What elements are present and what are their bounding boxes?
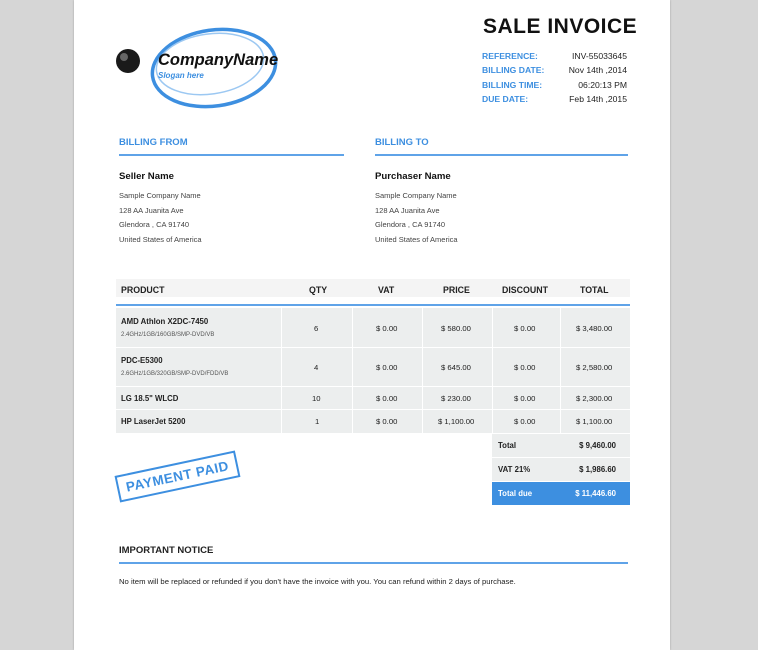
vat-row: VAT 21% $ 1,986.60 [492,457,630,481]
meta-reference: REFERENCE: INV-55033645 [482,51,627,61]
notice-text: No item will be replaced or refunded if … [119,577,516,586]
header-discount: DISCOUNT [502,285,548,295]
table-row: HP LaserJet 5200 [121,417,186,426]
header-qty: QTY [309,285,328,295]
meta-billing-time: BILLING TIME: 06:20:13 PM [482,79,627,90]
billing-from-heading: BILLING FROM [119,137,188,148]
row-price: $ 580.00 [441,324,471,333]
table-header-bg [116,279,630,297]
company-name: CompanyName [158,51,278,69]
total-due-row: Total due $ 11,446.60 [492,481,630,505]
row-price: $ 1,100.00 [438,417,475,426]
billing-from-divider [119,154,344,156]
row-vat: $ 0.00 [376,363,398,372]
totals-box: Total $ 9,460.00 VAT 21% $ 1,986.60 Tota… [492,433,630,505]
row-total: $ 2,580.00 [576,363,613,372]
invoice-page: CompanyName Slogan here SALE INVOICE REF… [74,0,670,650]
row-qty: 6 [314,324,319,333]
table-row: PDC-E5300 2.6GHz/1GB/320GB/SMP-DVD/FDD/V… [121,356,229,377]
row-discount: $ 0.00 [514,394,536,403]
row-vat: $ 0.00 [376,394,398,403]
header-vat: VAT [378,285,395,295]
notice-divider [119,562,628,564]
seller-address: Sample Company Name 128 AA Juanita Ave G… [119,191,202,244]
row-qty: 1 [315,417,320,426]
table-header-divider [116,304,630,306]
row-vat: $ 0.00 [376,417,398,426]
row-total: $ 1,100.00 [576,417,613,426]
meta-billing-date: BILLING DATE: Nov 14th ,2014 [482,65,627,76]
table-row: LG 18.5" WLCD [121,394,179,403]
payment-paid-stamp: PAYMENT PAID [114,450,241,503]
row-discount: $ 0.00 [514,324,536,333]
company-logo: CompanyName Slogan here [116,27,278,109]
row-price: $ 230.00 [441,394,471,403]
subtotal-row: Total $ 9,460.00 [492,433,630,457]
row-qty: 4 [314,363,319,372]
billing-to-divider [375,154,628,156]
company-slogan: Slogan here [158,71,204,80]
seller-name: Seller Name [119,171,174,182]
row-qty: 10 [312,394,321,403]
notice-heading: IMPORTANT NOTICE [119,545,214,556]
invoice-meta: REFERENCE: INV-55033645 BILLING DATE: Nov … [482,49,627,107]
row-vat: $ 0.00 [376,324,398,333]
purchaser-address: Sample Company Name 128 AA Juanita Ave G… [375,191,458,244]
meta-due-date: DUE DATE: Feb 14th ,2015 [482,94,627,105]
row-discount: $ 0.00 [514,417,536,426]
row-discount: $ 0.00 [514,363,536,372]
header-price: PRICE [443,285,470,295]
invoice-title: SALE INVOICE [483,15,638,38]
row-total: $ 2,300.00 [576,394,613,403]
billing-to-heading: BILLING TO [375,137,429,148]
row-total: $ 3,480.00 [576,324,613,333]
header-product: PRODUCT [121,285,165,295]
row-price: $ 645.00 [441,363,471,372]
table-row: AMD Athlon X2DC-7450 2.4GHz/1GB/160GB/SM… [121,317,215,338]
purchaser-name: Purchaser Name [375,171,451,182]
header-total: TOTAL [580,285,609,295]
